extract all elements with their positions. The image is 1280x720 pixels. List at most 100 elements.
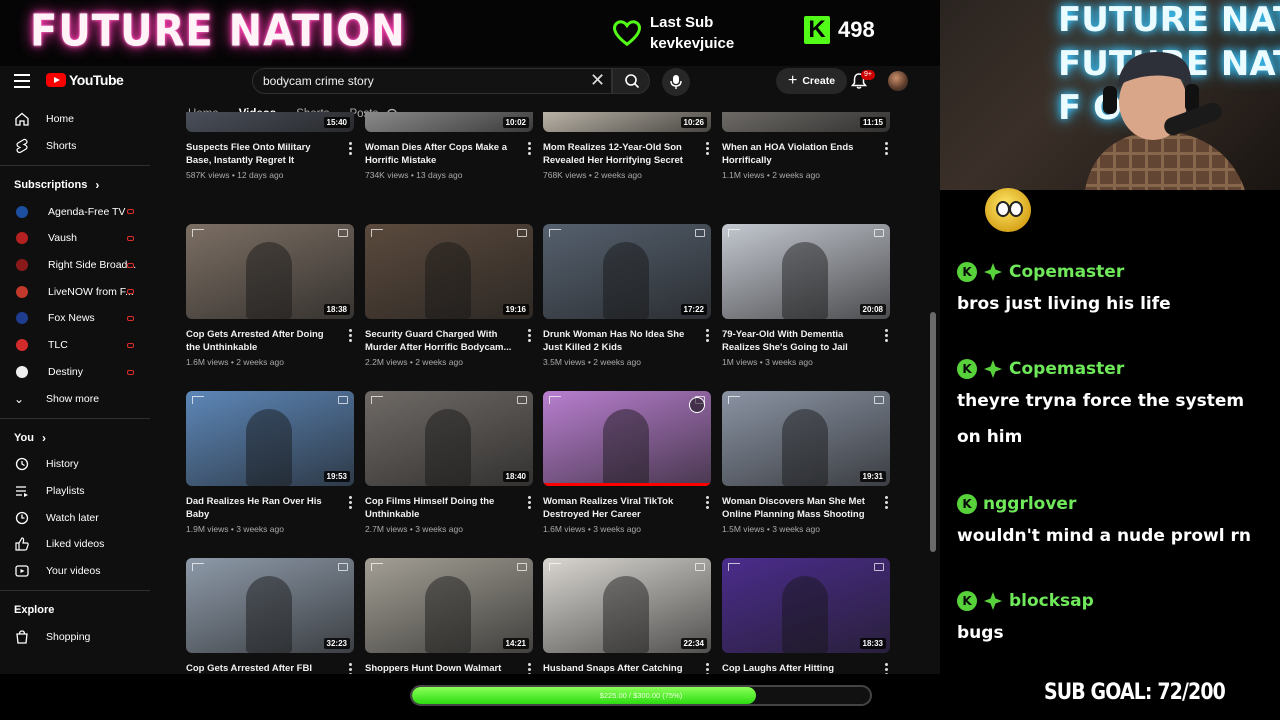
video-card[interactable]: 15:40 Suspects Flee Onto Military Base, I… xyxy=(186,112,354,180)
search-icon xyxy=(625,74,640,89)
menu-icon[interactable] xyxy=(14,74,30,88)
subscriptions-header[interactable]: Subscriptions › xyxy=(0,172,150,198)
video-thumbnail[interactable]: 18:40 xyxy=(365,391,533,486)
video-card[interactable]: 19:16 Security Guard Charged With Murder … xyxy=(365,224,533,367)
video-title[interactable]: Cop Gets Arrested After Doing the Unthin… xyxy=(186,328,354,354)
more-options-icon[interactable] xyxy=(349,329,352,342)
sidebar-item-shopping[interactable]: Shopping xyxy=(0,623,150,650)
video-title[interactable]: Shoppers Hunt Down Walmart Killer xyxy=(365,662,533,674)
bookmark-icon xyxy=(338,563,348,571)
account-avatar[interactable] xyxy=(888,71,908,91)
more-options-icon[interactable] xyxy=(885,496,888,509)
video-card[interactable]: 20:08 79-Year-Old With Dementia Realizes … xyxy=(722,224,890,367)
video-title[interactable]: Drunk Woman Has No Idea She Just Killed … xyxy=(543,328,711,354)
video-card[interactable]: 18:33 Cop Laughs After Hitting xyxy=(722,558,890,674)
you-header[interactable]: You › xyxy=(0,425,150,451)
more-options-icon[interactable] xyxy=(706,329,709,342)
sidebar-item-subscription[interactable]: LiveNOW from F... xyxy=(0,278,150,305)
sidebar-item-subscription[interactable]: Agenda-Free TV xyxy=(0,198,150,225)
video-title[interactable]: Woman Dies After Cops Make a Horrific Mi… xyxy=(365,141,533,167)
video-thumbnail[interactable]: 19:53 xyxy=(186,391,354,486)
video-thumbnail[interactable] xyxy=(543,391,711,486)
stream-overlay: FUTURE NATION Last Sub kevkevjuice K 498… xyxy=(0,0,1280,720)
video-card[interactable]: 11:15 When an HOA Violation Ends Horrific… xyxy=(722,112,890,180)
video-title[interactable]: When an HOA Violation Ends Horrifically xyxy=(722,141,890,167)
video-thumbnail[interactable]: 19:16 xyxy=(365,224,533,319)
page-scrollbar[interactable] xyxy=(930,312,936,552)
sidebar-item-playlists[interactable]: Playlists xyxy=(0,478,150,505)
sidebar-item-subscription[interactable]: TLC xyxy=(0,332,150,359)
search-button[interactable] xyxy=(612,68,650,94)
more-options-icon[interactable] xyxy=(706,663,709,674)
sidebar-item-your-videos[interactable]: Your videos xyxy=(0,558,150,585)
watch-later-icon[interactable] xyxy=(689,397,705,413)
video-title[interactable]: Cop Gets Arrested After FBI xyxy=(186,662,354,674)
more-options-icon[interactable] xyxy=(528,663,531,674)
video-title[interactable]: Woman Discovers Man She Met Online Plann… xyxy=(722,495,890,521)
video-card[interactable]: 22:34 Husband Snaps After Catching Wife xyxy=(543,558,711,674)
create-button[interactable]: + Create xyxy=(776,68,848,94)
sidebar-item-subscription[interactable]: Right Side Broad... xyxy=(0,252,150,279)
video-thumbnail[interactable]: 19:31 xyxy=(722,391,890,486)
video-title[interactable]: Suspects Flee Onto Military Base, Instan… xyxy=(186,141,354,167)
video-thumbnail[interactable]: 32:23 xyxy=(186,558,354,653)
sidebar-item-liked-videos[interactable]: Liked videos xyxy=(0,531,150,558)
video-thumbnail[interactable]: 18:38 xyxy=(186,224,354,319)
video-thumbnail[interactable]: 10:02 xyxy=(365,112,533,132)
video-title[interactable]: Woman Realizes Viral TikTok Destroyed He… xyxy=(543,495,711,521)
video-card[interactable]: 17:22 Drunk Woman Has No Idea She Just Ki… xyxy=(543,224,711,367)
more-options-icon[interactable] xyxy=(528,496,531,509)
more-options-icon[interactable] xyxy=(349,496,352,509)
video-card[interactable]: 19:31 Woman Discovers Man She Met Online … xyxy=(722,391,890,534)
video-title[interactable]: Security Guard Charged With Murder After… xyxy=(365,328,533,354)
more-options-icon[interactable] xyxy=(349,663,352,674)
camera-frame-corner xyxy=(549,563,561,571)
more-options-icon[interactable] xyxy=(349,142,352,155)
video-title[interactable]: Dad Realizes He Ran Over His Baby xyxy=(186,495,354,521)
video-card[interactable]: 18:38 Cop Gets Arrested After Doing the U… xyxy=(186,224,354,367)
thumbnail-figure xyxy=(782,242,828,319)
video-title[interactable]: Cop Laughs After Hitting xyxy=(722,662,890,674)
bookmark-icon xyxy=(874,563,884,571)
clear-search-icon[interactable]: ✕ xyxy=(590,71,605,89)
video-title[interactable]: 79-Year-Old With Dementia Realizes She's… xyxy=(722,328,890,354)
video-title[interactable]: Cop Films Himself Doing the Unthinkable xyxy=(365,495,533,521)
sidebar-item-subscription[interactable]: Vaush xyxy=(0,225,150,252)
sidebar-item-subscription[interactable]: Fox News xyxy=(0,305,150,332)
more-options-icon[interactable] xyxy=(885,142,888,155)
video-thumbnail[interactable]: 22:34 xyxy=(543,558,711,653)
voice-search-button[interactable] xyxy=(662,68,690,96)
sidebar-item-watch-later[interactable]: Watch later xyxy=(0,504,150,531)
more-options-icon[interactable] xyxy=(885,663,888,674)
video-thumbnail[interactable]: 15:40 xyxy=(186,112,354,132)
video-title[interactable]: Husband Snaps After Catching Wife xyxy=(543,662,711,674)
video-thumbnail[interactable]: 18:33 xyxy=(722,558,890,653)
more-options-icon[interactable] xyxy=(706,496,709,509)
more-options-icon[interactable] xyxy=(528,329,531,342)
chat-username-row: K Copemaster xyxy=(957,262,1257,282)
sidebar-item-subscription[interactable]: Destiny xyxy=(0,359,150,386)
sidebar-item-history[interactable]: History xyxy=(0,451,150,478)
show-more-button[interactable]: ⌄ Show more xyxy=(0,385,150,412)
video-card[interactable]: 19:53 Dad Realizes He Ran Over His Baby 1.… xyxy=(186,391,354,534)
video-thumbnail[interactable]: 20:08 xyxy=(722,224,890,319)
video-thumbnail[interactable]: 10:26 xyxy=(543,112,711,132)
video-title[interactable]: Mom Realizes 12-Year-Old Son Revealed He… xyxy=(543,141,711,167)
video-card[interactable]: 10:02 Woman Dies After Cops Make a Horrif… xyxy=(365,112,533,180)
search-input[interactable]: bodycam crime story xyxy=(252,68,612,94)
youtube-logo[interactable]: YouTube xyxy=(46,72,124,88)
video-thumbnail[interactable]: 14:21 xyxy=(365,558,533,653)
video-card[interactable]: 18:40 Cop Films Himself Doing the Unthink… xyxy=(365,391,533,534)
video-card[interactable]: 32:23 Cop Gets Arrested After FBI xyxy=(186,558,354,674)
video-card[interactable]: Woman Realizes Viral TikTok Destroyed He… xyxy=(543,391,711,534)
video-thumbnail[interactable]: 17:22 xyxy=(543,224,711,319)
more-options-icon[interactable] xyxy=(528,142,531,155)
video-card[interactable]: 10:26 Mom Realizes 12-Year-Old Son Reveal… xyxy=(543,112,711,180)
sidebar-item-home[interactable]: Home xyxy=(0,106,150,133)
camera-frame-corner xyxy=(549,396,561,404)
more-options-icon[interactable] xyxy=(706,142,709,155)
video-card[interactable]: 14:21 Shoppers Hunt Down Walmart Killer xyxy=(365,558,533,674)
more-options-icon[interactable] xyxy=(885,329,888,342)
video-thumbnail[interactable]: 11:15 xyxy=(722,112,890,132)
sidebar-item-shorts[interactable]: Shorts xyxy=(0,133,150,160)
